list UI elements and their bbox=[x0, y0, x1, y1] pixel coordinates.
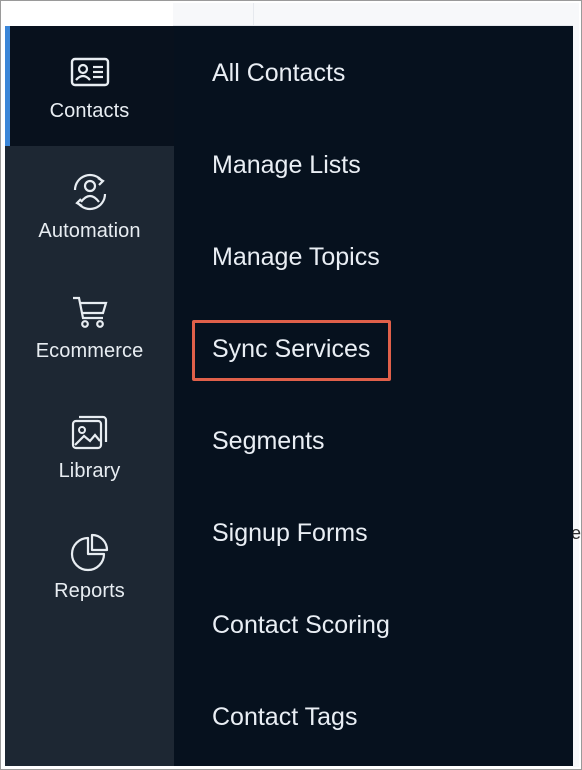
highlight-annotation-box bbox=[192, 320, 391, 381]
screenshot-frame: e Contacts Automation Ecommerce Library … bbox=[0, 0, 582, 770]
image-library-icon bbox=[68, 412, 112, 452]
menu-item-all-contacts[interactable]: All Contacts bbox=[212, 58, 345, 88]
main-sidebar: Contacts Automation Ecommerce Library Re… bbox=[5, 26, 174, 766]
sidebar-item-label: Automation bbox=[38, 220, 141, 242]
sidebar-item-ecommerce[interactable]: Ecommerce bbox=[5, 266, 174, 386]
background-page-header bbox=[173, 3, 577, 26]
pie-chart-icon bbox=[68, 532, 112, 572]
menu-item-segments[interactable]: Segments bbox=[212, 426, 325, 456]
sidebar-item-label: Library bbox=[58, 460, 121, 482]
contact-card-icon bbox=[68, 52, 112, 92]
menu-item-manage-topics[interactable]: Manage Topics bbox=[212, 242, 380, 272]
sidebar-item-label: Ecommerce bbox=[35, 340, 144, 362]
active-indicator bbox=[5, 26, 10, 146]
contacts-submenu: All Contacts Manage Lists Manage Topics … bbox=[174, 26, 573, 766]
automation-icon bbox=[68, 172, 112, 212]
sidebar-item-label: Reports bbox=[54, 580, 125, 602]
sidebar-item-contacts[interactable]: Contacts bbox=[5, 26, 174, 146]
background-page-strip bbox=[573, 3, 579, 767]
sidebar-item-reports[interactable]: Reports bbox=[5, 506, 174, 626]
sidebar-item-label: Contacts bbox=[49, 100, 130, 122]
background-divider bbox=[253, 3, 254, 25]
menu-item-contact-tags[interactable]: Contact Tags bbox=[212, 702, 357, 732]
sidebar-item-automation[interactable]: Automation bbox=[5, 146, 174, 266]
shopping-cart-icon bbox=[68, 292, 112, 332]
menu-item-manage-lists[interactable]: Manage Lists bbox=[212, 150, 361, 180]
menu-item-signup-forms[interactable]: Signup Forms bbox=[212, 518, 368, 548]
menu-item-contact-scoring[interactable]: Contact Scoring bbox=[212, 610, 390, 640]
sidebar-item-library[interactable]: Library bbox=[5, 386, 174, 506]
